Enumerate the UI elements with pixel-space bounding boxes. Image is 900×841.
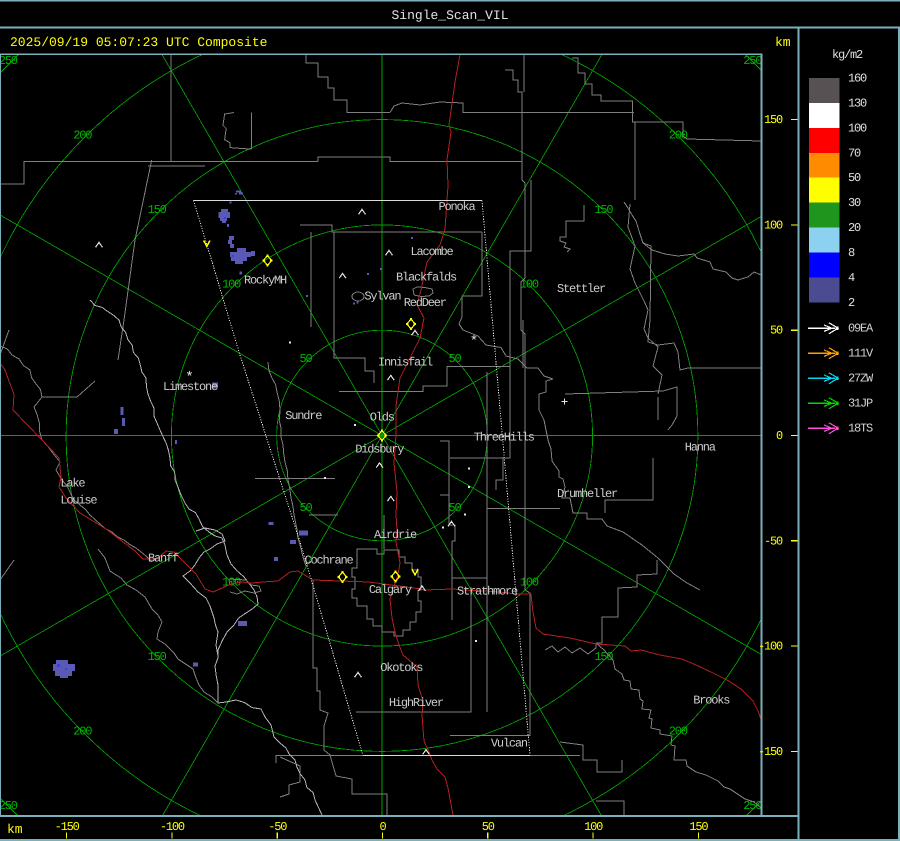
- svg-text:50: 50: [448, 501, 461, 515]
- svg-text:250: 250: [743, 54, 762, 68]
- svg-text:27ZW: 27ZW: [848, 372, 874, 386]
- svg-text:150: 150: [764, 113, 783, 127]
- svg-text:Lake: Lake: [60, 477, 85, 491]
- svg-text:50: 50: [299, 501, 312, 515]
- svg-text:-100: -100: [160, 820, 185, 834]
- svg-text:Ponoka: Ponoka: [439, 200, 476, 214]
- svg-text:50: 50: [448, 352, 461, 366]
- svg-text:Drumheller: Drumheller: [557, 487, 618, 501]
- svg-text:Hanna: Hanna: [685, 441, 716, 455]
- svg-text:ThreeHills: ThreeHills: [474, 431, 535, 445]
- svg-text:Lacombe: Lacombe: [411, 245, 454, 259]
- svg-text:100: 100: [520, 575, 539, 589]
- svg-text:RockyMH: RockyMH: [244, 274, 287, 288]
- svg-text:Banff: Banff: [148, 552, 179, 566]
- svg-text:160: 160: [848, 72, 867, 86]
- svg-text:200: 200: [73, 129, 92, 143]
- svg-text:Sylvan: Sylvan: [364, 290, 401, 304]
- svg-text:*: *: [470, 334, 478, 350]
- svg-text:31JP: 31JP: [848, 397, 873, 411]
- svg-text:250: 250: [743, 799, 762, 813]
- svg-text:100: 100: [848, 121, 867, 135]
- svg-text:250: 250: [0, 799, 18, 813]
- svg-text:Olds: Olds: [370, 411, 395, 425]
- svg-text:Cochrane: Cochrane: [305, 554, 354, 568]
- svg-text:250: 250: [0, 54, 18, 68]
- svg-text:Sundre: Sundre: [285, 409, 322, 423]
- svg-text:2025/09/19 05:07:23 UTC Compos: 2025/09/19 05:07:23 UTC Composite: [10, 35, 267, 50]
- svg-text:Okotoks: Okotoks: [380, 661, 423, 675]
- svg-text:20: 20: [848, 221, 861, 235]
- svg-text:-50: -50: [764, 534, 783, 548]
- svg-text:8: 8: [848, 246, 855, 260]
- svg-text:2: 2: [848, 296, 855, 310]
- svg-text:150: 150: [594, 203, 613, 217]
- svg-text:4: 4: [848, 271, 855, 285]
- svg-text:Single_Scan_VIL: Single_Scan_VIL: [391, 8, 508, 23]
- svg-text:200: 200: [669, 129, 688, 143]
- svg-text:150: 150: [148, 650, 167, 664]
- svg-text:100: 100: [764, 218, 783, 232]
- svg-text:0: 0: [776, 429, 783, 443]
- svg-text:50: 50: [482, 820, 495, 834]
- svg-text:-150: -150: [758, 745, 783, 759]
- svg-text:111V: 111V: [848, 347, 874, 361]
- svg-text:0: 0: [379, 820, 386, 834]
- svg-text:50: 50: [770, 324, 783, 338]
- svg-text:Vulcan: Vulcan: [491, 736, 528, 750]
- svg-text:150: 150: [689, 820, 708, 834]
- svg-text:Calgary: Calgary: [369, 583, 412, 597]
- svg-text:km: km: [775, 35, 791, 50]
- svg-text:Innisfail: Innisfail: [378, 356, 433, 370]
- svg-text:150: 150: [148, 203, 167, 217]
- svg-text:Limestone: Limestone: [163, 380, 218, 394]
- svg-text:130: 130: [848, 96, 867, 110]
- svg-text:70: 70: [848, 146, 861, 160]
- svg-text:50: 50: [299, 352, 312, 366]
- svg-text:Airdrie: Airdrie: [374, 528, 417, 542]
- svg-text:100: 100: [584, 820, 603, 834]
- svg-text:Didsbury: Didsbury: [355, 442, 404, 456]
- svg-text:-50: -50: [268, 820, 287, 834]
- svg-text:200: 200: [73, 724, 92, 738]
- svg-text:km: km: [7, 822, 23, 837]
- svg-text:kg/m2: kg/m2: [832, 48, 863, 62]
- svg-text:Louise: Louise: [60, 494, 97, 508]
- svg-text:-100: -100: [758, 640, 783, 654]
- svg-text:09EA: 09EA: [848, 322, 874, 336]
- svg-text:HighRiver: HighRiver: [389, 696, 444, 710]
- svg-text:Strathmore: Strathmore: [457, 585, 518, 599]
- svg-text:RedDeer: RedDeer: [404, 296, 447, 310]
- svg-text:50: 50: [848, 171, 861, 185]
- svg-text:Blackfalds: Blackfalds: [396, 271, 457, 285]
- svg-text:30: 30: [848, 196, 861, 210]
- svg-text:-150: -150: [55, 820, 80, 834]
- svg-text:Brooks: Brooks: [693, 693, 730, 707]
- svg-text:100: 100: [222, 278, 241, 292]
- svg-text:Stettler: Stettler: [557, 282, 606, 296]
- svg-text:18TS: 18TS: [848, 422, 873, 436]
